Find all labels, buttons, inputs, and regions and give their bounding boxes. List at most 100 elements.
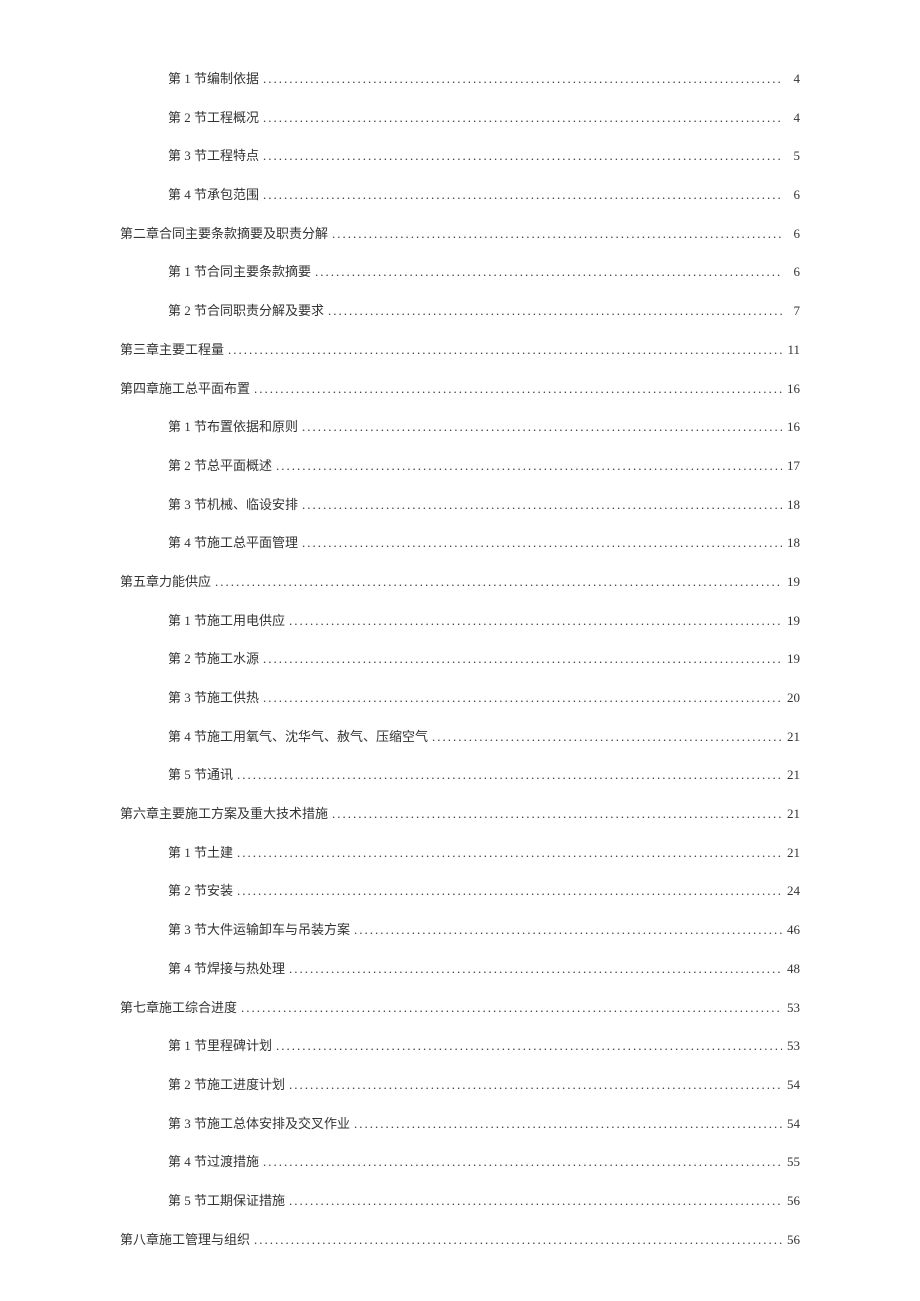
toc-entry-title: 第 5 节通讯: [168, 766, 233, 784]
toc-entry-page: 4: [782, 70, 800, 88]
toc-entry: 第 3 节工程特点5: [120, 147, 800, 165]
toc-entry-page: 7: [782, 302, 800, 320]
toc-entry-title: 第 1 节布置依据和原则: [168, 418, 298, 436]
toc-entry-page: 6: [782, 186, 800, 204]
toc-entry-page: 11: [782, 341, 800, 359]
toc-entry-title: 第四章施工总平面布置: [120, 380, 250, 398]
toc-entry: 第 2 节合同职责分解及要求 7: [120, 302, 800, 320]
toc-entry-title: 第 4 节承包范围: [168, 186, 259, 204]
toc-entry-page: 55: [782, 1153, 800, 1171]
toc-leader-dots: [350, 1115, 782, 1133]
toc-entry-title: 第五章力能供应: [120, 573, 211, 591]
toc-entry: 第 1 节施工用电供应 19: [120, 612, 800, 630]
toc-entry: 第 2 节施工水源 19: [120, 650, 800, 668]
toc-leader-dots: [224, 341, 782, 359]
toc-entry-title: 第 1 节里程碑计划: [168, 1037, 272, 1055]
toc-leader-dots: [350, 921, 782, 939]
toc-entry: 第 3 节施工供热 20: [120, 689, 800, 707]
toc-entry-title: 第 2 节施工进度计划: [168, 1076, 285, 1094]
toc-entry-title: 第 4 节施工总平面管理: [168, 534, 298, 552]
toc-entry-page: 4: [782, 109, 800, 127]
toc-entry-title: 第 2 节总平面概述: [168, 457, 272, 475]
toc-entry: 第 1 节布置依据和原则 16: [120, 418, 800, 436]
toc-entry: 第二章合同主要条款摘要及职责分解6: [120, 225, 800, 243]
toc-entry: 第 5 节通讯 21: [120, 766, 800, 784]
toc-entry-page: 54: [782, 1076, 800, 1094]
toc-entry-page: 19: [782, 650, 800, 668]
toc-entry-page: 16: [782, 380, 800, 398]
toc-entry-title: 第八章施工管理与组织: [120, 1231, 250, 1249]
toc-entry-page: 20: [782, 689, 800, 707]
toc-entry: 第 2 节施工进度计划 54: [120, 1076, 800, 1094]
toc-entry-page: 48: [782, 960, 800, 978]
toc-entry-title: 第 1 节编制依据: [168, 70, 259, 88]
toc-leader-dots: [298, 418, 782, 436]
toc-entry: 第 2 节安装 24: [120, 882, 800, 900]
toc-leader-dots: [259, 689, 782, 707]
toc-entry-page: 24: [782, 882, 800, 900]
toc-entry-title: 第 3 节机械、临设安排: [168, 496, 298, 514]
toc-leader-dots: [428, 728, 782, 746]
toc-entry: 第 3 节施工总体安排及交叉作业 54: [120, 1115, 800, 1133]
toc-entry-title: 第 4 节施工用氧气、沈华气、赦气、压缩空气: [168, 728, 428, 746]
toc-entry-page: 19: [782, 573, 800, 591]
toc-entry: 第 4 节施工用氧气、沈华气、赦气、压缩空气21: [120, 728, 800, 746]
toc-entry-page: 18: [782, 534, 800, 552]
table-of-contents: 第 1 节编制依据 4 第 2 节工程概况 4 第 3 节工程特点5 第 4 节承包范围 6…: [120, 70, 800, 1249]
toc-leader-dots: [298, 534, 782, 552]
toc-leader-dots: [285, 1192, 782, 1210]
toc-leader-dots: [259, 147, 782, 165]
toc-entry-page: 54: [782, 1115, 800, 1133]
toc-entry-page: 19: [782, 612, 800, 630]
toc-leader-dots: [259, 109, 782, 127]
toc-leader-dots: [233, 766, 782, 784]
toc-entry-title: 第 3 节施工总体安排及交叉作业: [168, 1115, 350, 1133]
toc-entry-page: 21: [782, 844, 800, 862]
toc-leader-dots: [237, 999, 782, 1017]
toc-entry-page: 17: [782, 457, 800, 475]
toc-entry-title: 第 2 节施工水源: [168, 650, 259, 668]
toc-entry-page: 56: [782, 1192, 800, 1210]
toc-entry: 第五章力能供应 19: [120, 573, 800, 591]
toc-entry: 第 3 节大件运输卸车与吊装方案46: [120, 921, 800, 939]
toc-leader-dots: [233, 882, 782, 900]
toc-entry: 第 3 节机械、临设安排 18: [120, 496, 800, 514]
toc-entry-title: 第 2 节安装: [168, 882, 233, 900]
toc-entry-page: 53: [782, 1037, 800, 1055]
toc-entry: 第八章施工管理与组织56: [120, 1231, 800, 1249]
toc-entry: 第 5 节工期保证措施 56: [120, 1192, 800, 1210]
toc-entry-page: 6: [782, 263, 800, 281]
toc-entry-page: 18: [782, 496, 800, 514]
toc-entry: 第 4 节施工总平面管理 18: [120, 534, 800, 552]
toc-leader-dots: [285, 960, 782, 978]
toc-leader-dots: [259, 186, 782, 204]
toc-entry-title: 第 4 节过渡措施: [168, 1153, 259, 1171]
toc-leader-dots: [311, 263, 782, 281]
toc-entry: 第 1 节土建21: [120, 844, 800, 862]
toc-leader-dots: [272, 1037, 782, 1055]
toc-entry-title: 第三章主要工程量: [120, 341, 224, 359]
toc-entry: 第 1 节里程碑计划 53: [120, 1037, 800, 1055]
toc-leader-dots: [233, 844, 782, 862]
toc-entry: 第 4 节焊接与热处理 48: [120, 960, 800, 978]
toc-leader-dots: [285, 1076, 782, 1094]
toc-leader-dots: [250, 380, 782, 398]
toc-entry: 第 1 节编制依据 4: [120, 70, 800, 88]
toc-entry-title: 第 3 节施工供热: [168, 689, 259, 707]
toc-entry: 第六章主要施工方案及重大技术措施21: [120, 805, 800, 823]
toc-leader-dots: [250, 1231, 782, 1249]
toc-entry-page: 53: [782, 999, 800, 1017]
toc-leader-dots: [272, 457, 782, 475]
toc-entry: 第七章施工综合进度 53: [120, 999, 800, 1017]
toc-leader-dots: [328, 805, 782, 823]
toc-entry-title: 第 1 节施工用电供应: [168, 612, 285, 630]
toc-entry-page: 16: [782, 418, 800, 436]
toc-entry-title: 第 2 节工程概况: [168, 109, 259, 127]
toc-entry-title: 第六章主要施工方案及重大技术措施: [120, 805, 328, 823]
toc-entry-page: 21: [782, 766, 800, 784]
toc-entry-title: 第 3 节大件运输卸车与吊装方案: [168, 921, 350, 939]
toc-entry-title: 第七章施工综合进度: [120, 999, 237, 1017]
toc-entry-title: 第 4 节焊接与热处理: [168, 960, 285, 978]
toc-entry-title: 第 5 节工期保证措施: [168, 1192, 285, 1210]
toc-entry-title: 第 2 节合同职责分解及要求: [168, 302, 324, 320]
